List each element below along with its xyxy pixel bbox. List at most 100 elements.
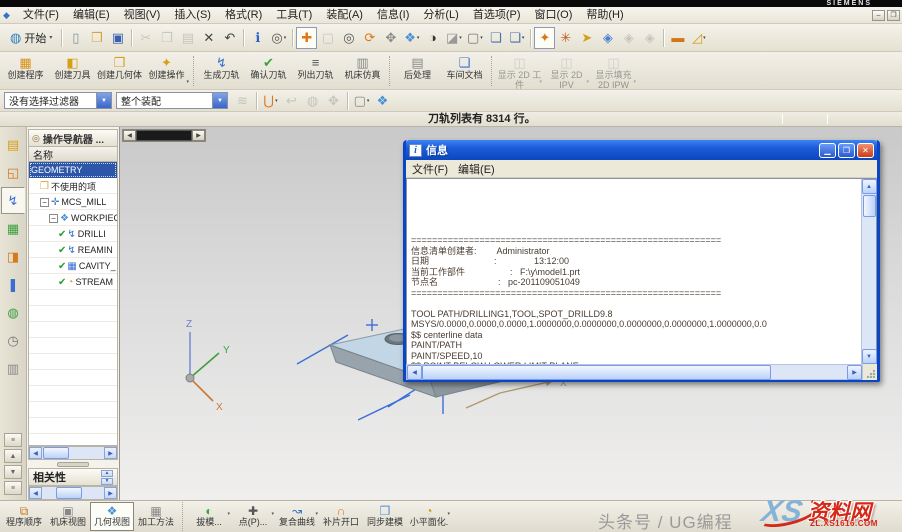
dropdown-arrow-icon[interactable]: ▼: [212, 93, 227, 108]
tree-node-unused[interactable]: − ✔ ❒ 不使用的项: [29, 178, 117, 194]
scroll-left-icon[interactable]: ◀: [29, 447, 42, 459]
tree-node-mcs-mill[interactable]: − ✔ ✛ MCS_MILL: [29, 194, 117, 210]
undo-selection-icon[interactable]: ↩ ▾: [281, 90, 302, 112]
machining-feature-navigator-icon[interactable]: ▦: [1, 215, 25, 242]
generate-toolpath-button[interactable]: ↯ 生成刀轨 ▾: [198, 53, 245, 88]
navigator-titlebar[interactable]: ◎ 操作导航器 ...: [28, 129, 118, 147]
program-order-view-button[interactable]: ⧉ 程序顺序 ▾: [2, 502, 46, 531]
tree-node-drilling[interactable]: − ✔ ↯ DRILLI: [29, 226, 117, 242]
selection-filter-combo[interactable]: 没有选择过滤器 ▼: [4, 92, 112, 109]
info-close-button[interactable]: ✕: [857, 143, 874, 158]
menu-item[interactable]: 工具(T): [269, 7, 319, 23]
machining-method-view-button[interactable]: ▦ 加工方法 ▾: [134, 502, 178, 531]
menu-item[interactable]: 视图(V): [117, 7, 168, 23]
spin-up-icon[interactable]: ▲: [101, 470, 113, 477]
facet-button[interactable]: ◔ 小平面化. ▾: [407, 502, 451, 531]
menu-item[interactable]: 文件(F): [16, 7, 66, 23]
show-2d-ipv-button[interactable]: ◫ 显示 2D IPV ▾: [543, 53, 590, 88]
navigator-h-scrollbar[interactable]: ◀ ▶: [28, 446, 118, 460]
hd3d-tools-icon[interactable]: ❚: [1, 271, 25, 298]
reuse-library-icon[interactable]: ◨: [1, 243, 25, 270]
info-cursor-icon[interactable]: ℹ ▾: [247, 27, 268, 49]
snap-magnet-icon[interactable]: ⋃ ▾: [260, 90, 281, 112]
constraint-mesh-icon[interactable]: ✳ ▾: [555, 27, 576, 49]
info-menu-item[interactable]: 编辑(E): [456, 161, 503, 177]
info-menu-item[interactable]: 文件(F): [410, 161, 456, 177]
render-style-icon[interactable]: ◑ ▾: [422, 27, 443, 49]
assembly-navigator-icon[interactable]: ▤: [1, 131, 25, 158]
list-toolpath-button[interactable]: ≡ 列出刀轨 ▾: [292, 53, 339, 88]
scrollbar-thumb[interactable]: [422, 365, 771, 380]
info-horizontal-scrollbar[interactable]: ◀ ▶: [406, 364, 863, 380]
open-folder-icon[interactable]: ❒ ▾: [86, 27, 107, 49]
save-icon[interactable]: ▣ ▾: [107, 27, 128, 49]
menu-item[interactable]: 信息(I): [370, 7, 416, 23]
panel-down-button[interactable]: ▼: [4, 465, 22, 479]
menu-item[interactable]: 插入(S): [167, 7, 218, 23]
cascade-window-icon[interactable]: ❏ ▾: [485, 27, 506, 49]
undo-icon[interactable]: ↶ ▾: [219, 27, 240, 49]
scroll-left-icon[interactable]: ◀: [407, 365, 422, 380]
face-analysis-icon[interactable]: ◪ ▾: [443, 27, 464, 49]
create-tool-button[interactable]: ◧ 创建刀具 ▾: [49, 53, 96, 88]
orbit-icon[interactable]: ➤ ▾: [576, 27, 597, 49]
perspective-cube-icon[interactable]: ❖ ▾: [401, 27, 422, 49]
restore-button[interactable]: ❐: [887, 10, 900, 21]
panel-splitter[interactable]: [27, 460, 119, 468]
snap-point-icon[interactable]: ◈ ▾: [597, 27, 618, 49]
operation-navigator-icon[interactable]: ↯: [1, 187, 25, 214]
show-hide-icon[interactable]: ◍ ▾: [302, 90, 323, 112]
create-operation-button[interactable]: ✦ 创建操作 ▾: [143, 53, 190, 88]
show-filled-2d-ipw-button[interactable]: ◫ 显示填充 2D IPW ▾: [590, 53, 637, 88]
composite-curve-button[interactable]: ↝ 复合曲线 ▾: [275, 502, 319, 531]
expander-icon[interactable]: −: [40, 198, 49, 207]
resize-grip[interactable]: [863, 364, 877, 380]
scroll-right-icon[interactable]: ▶: [104, 447, 117, 459]
info-maximize-button[interactable]: ❐: [838, 143, 855, 158]
info-window-titlebar[interactable]: i 信息 ▁ ❐ ✕: [406, 140, 877, 160]
scroll-up-icon[interactable]: ▲: [862, 179, 877, 194]
scroll-right-icon[interactable]: ▶: [104, 487, 117, 499]
info-minimize-button[interactable]: ▁: [819, 143, 836, 158]
machine-tool-view-button[interactable]: ▣ 机床视图 ▾: [46, 502, 90, 531]
draft-button[interactable]: ◐ 拔模... ▾: [187, 502, 231, 531]
menu-item[interactable]: 编辑(E): [66, 7, 117, 23]
dependencies-header[interactable]: 相关性 ▲ ▼: [28, 468, 118, 486]
start-button[interactable]: ◍ 开始 ▾: [4, 27, 58, 49]
geometry-view-button[interactable]: ❖ 几何视图 ▾: [90, 502, 134, 531]
tree-node-geometry[interactable]: − ✔ GEOMETRY: [29, 162, 117, 178]
expander-icon[interactable]: −: [49, 214, 58, 223]
menu-item[interactable]: 分析(L): [416, 7, 465, 23]
copy-icon[interactable]: ❐ ▾: [156, 27, 177, 49]
show-2d-workpiece-button[interactable]: ◫ 显示 2D 工件 ▾: [496, 53, 543, 88]
menu-item[interactable]: 窗口(O): [528, 7, 580, 23]
patch-opening-button[interactable]: ∩ 补片开口 ▾: [319, 502, 363, 531]
name-column-header[interactable]: 名称: [28, 147, 118, 162]
measure-angle-icon[interactable]: ◿ ▾: [688, 27, 709, 49]
scroll-right-icon[interactable]: ▶: [847, 365, 862, 380]
scrollbar-thumb[interactable]: [56, 487, 82, 499]
scroll-left-icon[interactable]: ◀: [29, 487, 42, 499]
new-file-icon[interactable]: ▯ ▾: [65, 27, 86, 49]
pan-icon[interactable]: ✥ ▾: [380, 27, 401, 49]
scroll-down-icon[interactable]: ▼: [862, 349, 877, 364]
vector-axes-icon[interactable]: ✦ ▾: [534, 27, 555, 49]
link-icon[interactable]: ≋ ▾: [232, 90, 253, 112]
tree-node-reaming[interactable]: − ✔ ↯ REAMIN: [29, 242, 117, 258]
dependencies-h-scrollbar[interactable]: ◀ ▶: [28, 486, 118, 500]
panel-up-button[interactable]: ▲: [4, 449, 22, 463]
background-icon[interactable]: ▢ ▾: [464, 27, 485, 49]
menu-item[interactable]: 装配(A): [319, 7, 370, 23]
panel-top-button[interactable]: ≡: [4, 433, 22, 447]
measure-distance-icon[interactable]: ▬ ▾: [667, 27, 688, 49]
menu-item[interactable]: 格式(R): [218, 7, 269, 23]
snap-midpoint-icon[interactable]: ◈ ▾: [618, 27, 639, 49]
point-button[interactable]: ✚ 点(P)... ▾: [231, 502, 275, 531]
dropdown-arrow-icon[interactable]: ▼: [96, 93, 111, 108]
spin-down-icon[interactable]: ▼: [101, 478, 113, 485]
move-object-icon[interactable]: ✥ ▾: [323, 90, 344, 112]
tree-node-cavity[interactable]: − ✔ ▦ CAVITY_: [29, 258, 117, 274]
verify-toolpath-button[interactable]: ✔ 确认刀轨 ▾: [245, 53, 292, 88]
visualization-icon[interactable]: ◎ ▾: [268, 27, 289, 49]
snap-intersection-icon[interactable]: ◈ ▾: [639, 27, 660, 49]
